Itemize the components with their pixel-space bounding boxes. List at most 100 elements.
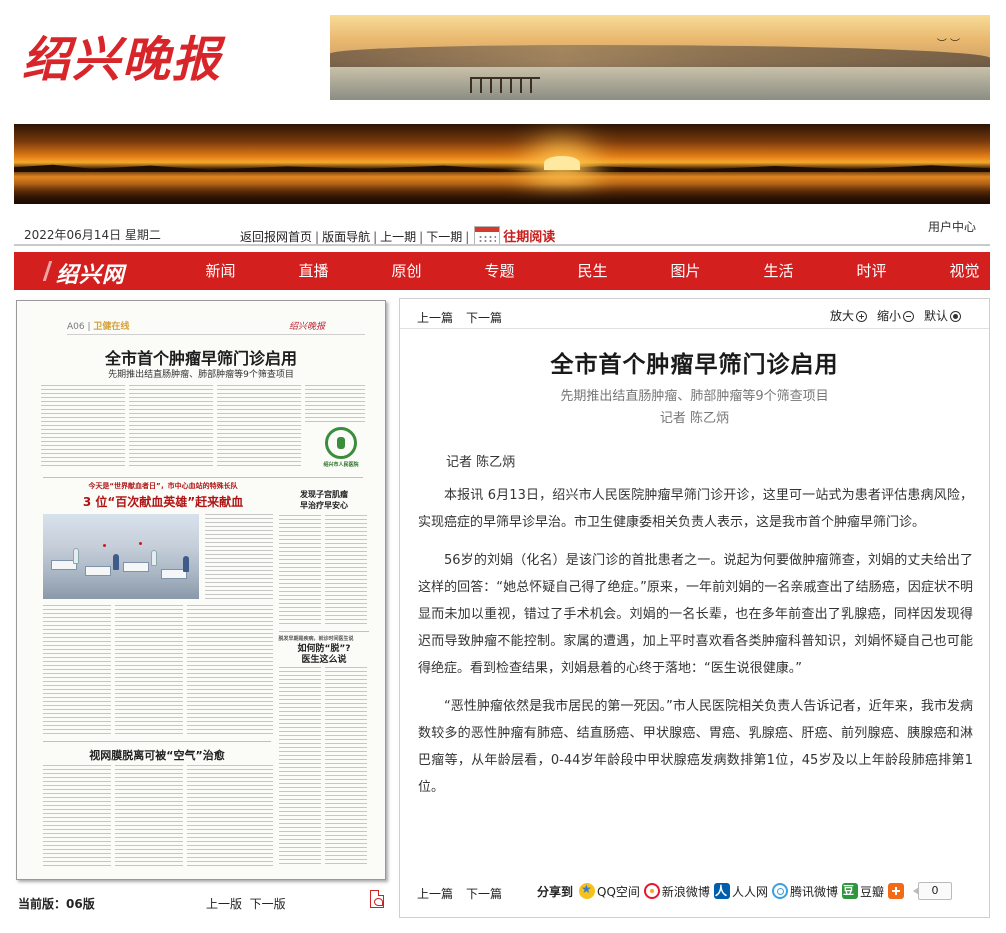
share-douban-label: 豆瓣 <box>859 884 884 899</box>
text-column[interactable] <box>205 514 273 599</box>
user-center-link[interactable]: 用户中心 <box>928 218 976 235</box>
zoom-in-label[interactable]: 放大 <box>830 309 854 323</box>
nav-item-visual[interactable]: 视觉 <box>918 252 1006 290</box>
tencent-weibo-icon <box>771 883 788 899</box>
text-column[interactable] <box>325 667 367 867</box>
nav-item-live[interactable]: 直播 <box>267 252 360 290</box>
back-home-link[interactable]: 返回报网首页 <box>240 230 312 244</box>
hospital-logo-icon: 绍兴市人民医院 <box>321 427 361 473</box>
zoom-out-icon[interactable] <box>902 311 914 322</box>
renren-icon <box>713 882 730 899</box>
share-sina-weibo[interactable]: 新浪微博 <box>643 883 710 900</box>
share-label: 分享到 <box>537 884 574 899</box>
nav-item-life[interactable]: 生活 <box>732 252 825 290</box>
divider <box>14 244 990 246</box>
article-paragraph: 本报讯 6月13日，绍兴市人民医院肿瘤早筛门诊开诊，这里可一站式为患者评估患病风… <box>418 488 973 530</box>
article-body: 记者 陈乙炳 本报讯 6月13日，绍兴市人民医院肿瘤早筛门诊开诊，这里可一站式为… <box>418 449 973 844</box>
nav-item-commentary[interactable]: 时评 <box>825 252 918 290</box>
plus-icon <box>887 883 904 899</box>
text-column[interactable] <box>41 385 125 469</box>
share-count: 0 <box>912 882 952 900</box>
text-column[interactable] <box>217 385 301 469</box>
text-column[interactable] <box>279 515 321 627</box>
page-headline-5[interactable]: 视网膜脱离可被“空气”治愈 <box>43 747 271 763</box>
share-qzone-label: QQ空间 <box>597 884 640 899</box>
zoom-controls: 放大 缩小 默认 <box>830 307 961 324</box>
site-logo[interactable]: 绍兴网 <box>56 257 125 289</box>
text-column[interactable] <box>187 765 273 869</box>
page-section-number: A06 <box>67 322 85 332</box>
sunset-banner-image <box>14 124 990 204</box>
page-headline-4b[interactable]: 医生这么说 <box>279 652 369 665</box>
text-column[interactable] <box>115 765 183 869</box>
nav-list: 新闻 直播 原创 专题 民生 图片 生活 时评 视觉 <box>174 252 1006 290</box>
nav-item-livelihood[interactable]: 民生 <box>546 252 639 290</box>
blood-donation-photo[interactable] <box>43 514 199 599</box>
current-edition-label: 当前版： <box>18 897 67 911</box>
nav-item-photos[interactable]: 图片 <box>639 252 732 290</box>
share-renren[interactable]: 人人网 <box>713 882 768 900</box>
newspaper-page-panel: A06 | 卫健在线 绍兴晚报 全市首个肿瘤早筛门诊启用 先期推出结直肠肿瘤、肺… <box>14 298 388 918</box>
article-subtitle: 先期推出结直肠肿瘤、肺部肿瘤等9个筛查项目 <box>560 389 829 404</box>
divider <box>43 741 271 742</box>
prev-article-link-bottom[interactable]: 上一篇 <box>417 885 453 902</box>
share-more[interactable] <box>887 883 906 899</box>
page-header: A06 | 卫健在线 绍兴晚报 <box>67 319 365 335</box>
hospital-logo-label: 绍兴市人民医院 <box>323 462 359 468</box>
page-subhead-1: 先期推出结直肠肿瘤、肺部肿瘤等9个筛查项目 <box>108 370 294 380</box>
text-column[interactable] <box>115 605 183 737</box>
current-edition-value: 06版 <box>66 897 95 911</box>
article-byline: 记者 陈乙炳 <box>446 455 516 470</box>
share-douban[interactable]: 豆瓣 <box>841 882 884 900</box>
page-headline-1[interactable]: 全市首个肿瘤早筛门诊启用 <box>17 345 385 369</box>
zoom-default-icon[interactable] <box>950 311 961 322</box>
past-issues-link[interactable]: 往期阅读 <box>503 230 555 245</box>
article-panel: 上一篇 下一篇 放大 缩小 默认 全市首个肿瘤早筛门诊启用 先期推出结直肠肿瘤、肺部… <box>399 298 990 918</box>
text-column[interactable] <box>129 385 213 469</box>
page-headline-2[interactable]: 3 位“百次献血英雄”赶来献血 <box>43 493 283 510</box>
article-paragraph: “恶性肿瘤依然是我市居民的第一死因。”市人民医院相关负责人告诉记者，近年来，我市… <box>418 699 973 795</box>
douban-icon <box>841 882 858 899</box>
page-section-name: 卫健在线 <box>93 322 130 332</box>
main-nav: 绍兴网 新闻 直播 原创 专题 民生 图片 生活 时评 视觉 <box>14 252 990 290</box>
divider <box>43 477 363 478</box>
next-page-link[interactable]: 下一版 <box>250 897 286 911</box>
zoom-out-label[interactable]: 缩小 <box>877 309 901 323</box>
newspaper-page-thumbnail[interactable]: A06 | 卫健在线 绍兴晚报 全市首个肿瘤早筛门诊启用 先期推出结直肠肿瘤、肺… <box>16 300 386 880</box>
share-bar: 分享到 QQ空间 新浪微博 人人网 腾讯微博 豆瓣 0 <box>537 882 952 900</box>
calendar-icon[interactable] <box>474 226 501 245</box>
share-qzone[interactable]: QQ空间 <box>579 882 640 900</box>
article-title: 全市首个肿瘤早筛门诊启用 <box>550 352 839 378</box>
share-sina-weibo-label: 新浪微博 <box>661 884 710 899</box>
page-headline-3a[interactable]: 发现子宫肌瘤 <box>279 489 369 500</box>
zoom-default-label[interactable]: 默认 <box>924 309 948 323</box>
nav-item-news[interactable]: 新闻 <box>174 252 267 290</box>
page-kicker-2: 今天是“世界献血者日”，市中心血站的特殊长队 <box>88 482 238 490</box>
prev-page-link[interactable]: 上一版 <box>206 897 242 911</box>
text-column[interactable] <box>43 605 111 737</box>
layout-nav-link[interactable]: 版面导航 <box>322 230 370 244</box>
text-column[interactable] <box>279 667 321 867</box>
share-renren-label: 人人网 <box>731 884 768 899</box>
nav-item-original[interactable]: 原创 <box>360 252 453 290</box>
text-column[interactable] <box>325 515 367 627</box>
text-column[interactable] <box>305 385 365 425</box>
page-headline-3b[interactable]: 早治疗早安心 <box>279 500 369 511</box>
share-tencent-weibo-label: 腾讯微博 <box>789 884 838 899</box>
article-toolbar: 上一篇 下一篇 放大 缩小 默认 <box>400 299 989 329</box>
share-tencent-weibo[interactable]: 腾讯微博 <box>771 883 838 900</box>
text-column[interactable] <box>43 765 111 869</box>
pdf-icon[interactable] <box>370 890 384 908</box>
nav-item-topics[interactable]: 专题 <box>453 252 546 290</box>
text-column[interactable] <box>187 605 273 737</box>
next-article-link-bottom[interactable]: 下一篇 <box>466 885 502 902</box>
next-article-link[interactable]: 下一篇 <box>466 309 502 326</box>
article-author: 记者 陈乙炳 <box>659 411 730 426</box>
next-issue-link[interactable]: 下一期 <box>426 230 462 244</box>
prev-article-link[interactable]: 上一篇 <box>417 309 453 326</box>
divider <box>279 631 369 632</box>
newspaper-logo[interactable]: 绍兴晚报 <box>22 20 312 92</box>
prev-issue-link[interactable]: 上一期 <box>380 230 416 244</box>
zoom-in-icon[interactable] <box>855 311 867 322</box>
article-footer: 上一篇 下一篇 分享到 QQ空间 新浪微博 人人网 腾讯微博 豆瓣 0 <box>400 879 989 909</box>
